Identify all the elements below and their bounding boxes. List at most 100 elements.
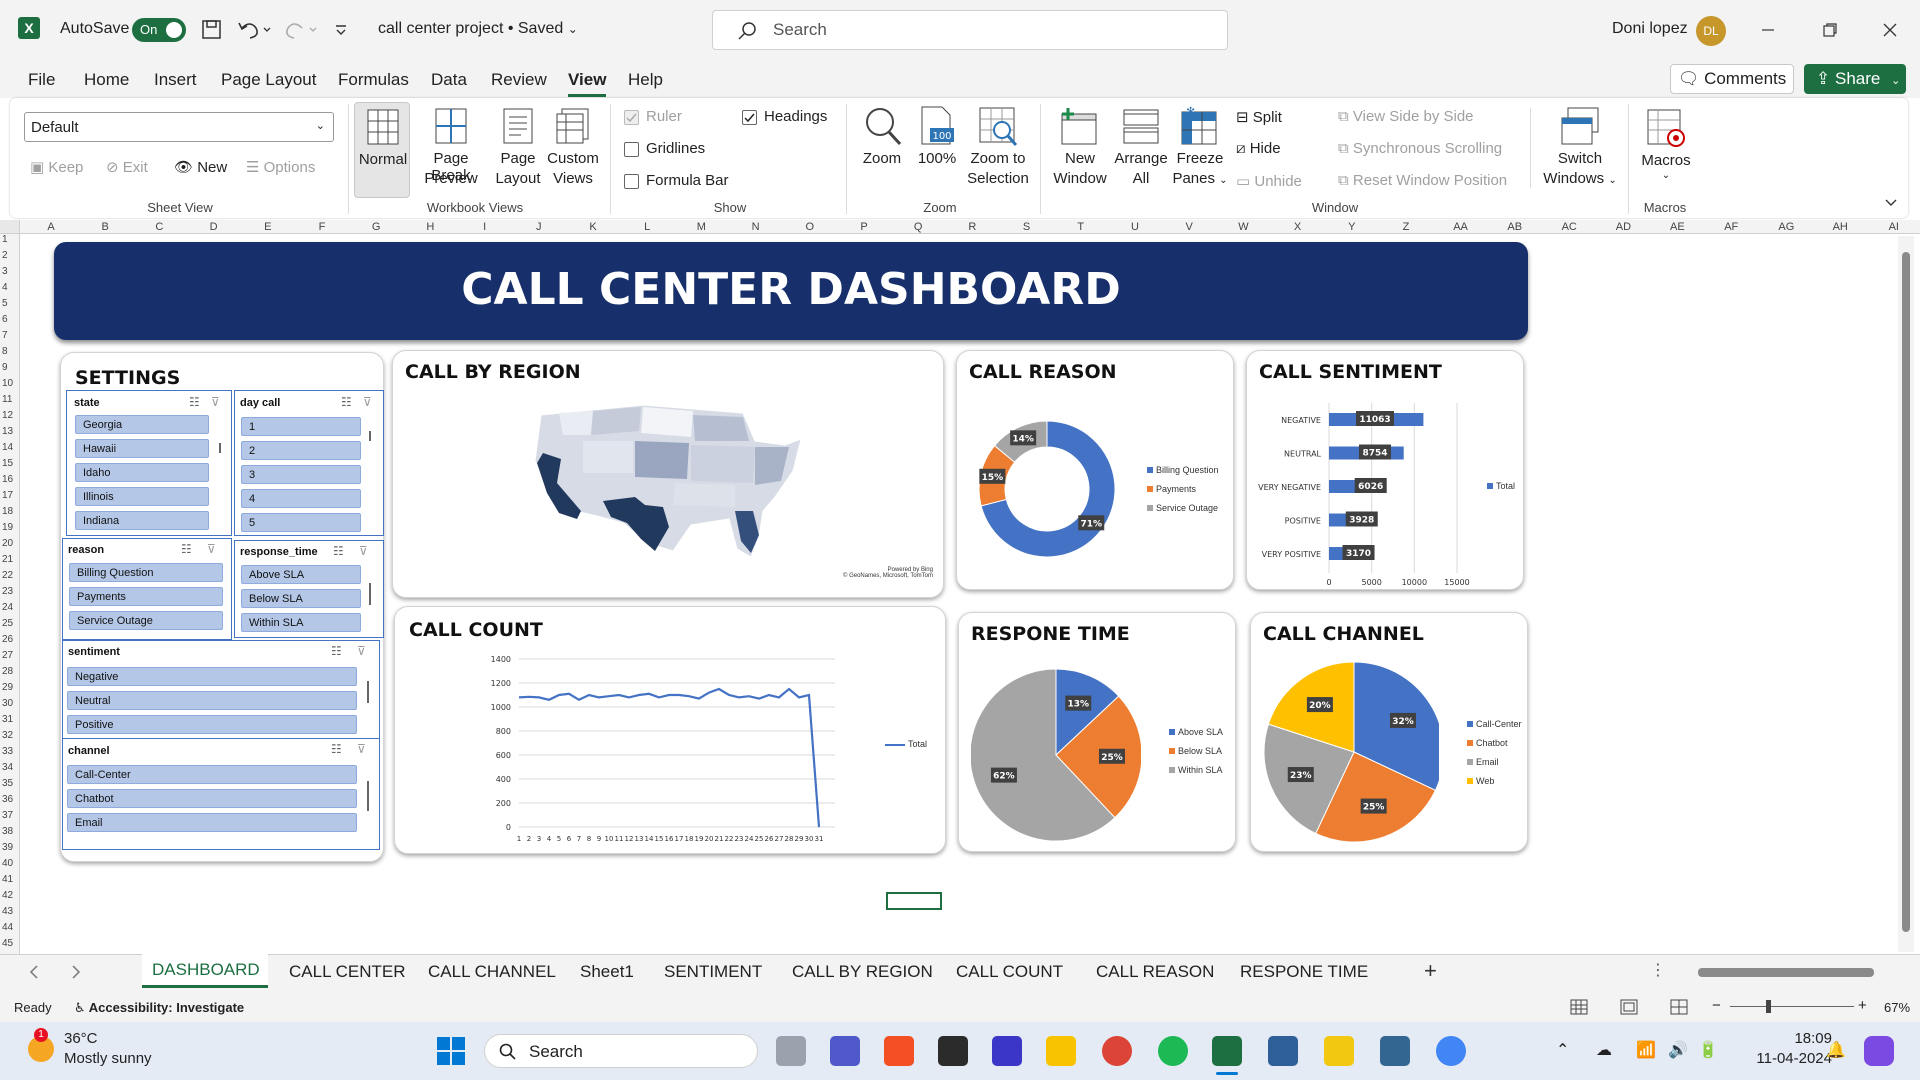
- notification-bell-icon[interactable]: 🔔: [1826, 1040, 1846, 1060]
- slicer-item[interactable]: Neutral: [67, 691, 357, 710]
- column-header[interactable]: N: [749, 221, 763, 233]
- cloud-icon[interactable]: ☁: [1596, 1040, 1612, 1060]
- row-header[interactable]: 14: [2, 442, 13, 453]
- chrome-icon[interactable]: [1436, 1036, 1466, 1066]
- chrome-icon[interactable]: [1102, 1036, 1132, 1066]
- column-header[interactable]: AB: [1507, 221, 1522, 233]
- minimize-icon[interactable]: [1760, 22, 1776, 38]
- column-header[interactable]: Q: [911, 221, 925, 233]
- row-header[interactable]: 12: [2, 410, 13, 421]
- row-header[interactable]: 22: [2, 570, 13, 581]
- column-header[interactable]: T: [1074, 221, 1088, 233]
- column-header[interactable]: V: [1182, 221, 1196, 233]
- row-header[interactable]: 26: [2, 634, 13, 645]
- call-count-chart[interactable]: 02004006008001000120014001 2 3 4 5 6 7 8 9 10 11 12…: [465, 647, 865, 847]
- app-icon[interactable]: [938, 1036, 968, 1066]
- slicer-item[interactable]: Negative: [67, 667, 357, 686]
- customize-toolbar-icon[interactable]: [334, 22, 348, 36]
- zoom-button[interactable]: Zoom: [858, 102, 906, 198]
- collapse-ribbon-icon[interactable]: [1884, 196, 1898, 210]
- zoom-slider[interactable]: [1730, 1006, 1854, 1007]
- row-header[interactable]: 8: [2, 346, 8, 357]
- row-header[interactable]: 16: [2, 474, 13, 485]
- slicer-item[interactable]: Idaho: [75, 463, 209, 482]
- undo-icon[interactable]: [236, 18, 272, 42]
- row-header[interactable]: 4: [2, 282, 8, 293]
- slicer-scrollbar[interactable]: [369, 583, 371, 605]
- tab-call-center[interactable]: CALL CENTER: [289, 962, 406, 982]
- zoom-in-button[interactable]: +: [1858, 997, 1867, 1014]
- accessibility-status[interactable]: ♿ Accessibility: Investigate: [74, 1000, 244, 1016]
- column-header[interactable]: X: [1291, 221, 1305, 233]
- store-icon[interactable]: [884, 1036, 914, 1066]
- row-header[interactable]: 17: [2, 490, 13, 501]
- row-header[interactable]: 2: [2, 250, 8, 261]
- row-header[interactable]: 21: [2, 554, 13, 565]
- multi-select-icon[interactable]: ☷: [333, 544, 344, 558]
- slicer-item[interactable]: Above SLA: [241, 565, 361, 584]
- column-header[interactable]: I: [478, 221, 492, 233]
- call-channel-chart[interactable]: 32% 25% 23% 20%: [1259, 657, 1439, 843]
- restore-icon[interactable]: [1822, 22, 1838, 38]
- autosave-toggle[interactable]: On: [132, 18, 186, 42]
- slicer-item[interactable]: Positive: [67, 715, 357, 734]
- response-time-chart[interactable]: 13% 25% 62%: [971, 663, 1141, 843]
- select-all-corner[interactable]: [0, 220, 20, 234]
- slicer-item[interactable]: Hawaii: [75, 439, 209, 458]
- custom-views-button[interactable]: Custom Views: [546, 102, 600, 198]
- row-header[interactable]: 32: [2, 730, 13, 741]
- page-break-status-icon[interactable]: [1670, 999, 1688, 1015]
- row-header[interactable]: 38: [2, 826, 13, 837]
- macros-button[interactable]: Macros ⌄: [1638, 102, 1694, 198]
- multi-select-icon[interactable]: ☷: [189, 395, 200, 409]
- row-header[interactable]: 27: [2, 650, 13, 661]
- slicer-item[interactable]: Indiana: [75, 511, 209, 530]
- add-sheet-button[interactable]: +: [1424, 958, 1437, 984]
- save-icon[interactable]: [200, 18, 224, 42]
- clear-filter-icon[interactable]: ⊽: [207, 542, 216, 556]
- menu-formulas[interactable]: Formulas: [338, 70, 409, 90]
- page-break-preview-button[interactable]: Page Break Preview: [414, 102, 488, 198]
- switch-windows-button[interactable]: Switch Windows ⌄: [1536, 102, 1624, 198]
- row-header[interactable]: 13: [2, 426, 13, 437]
- horizontal-scroll-thumb[interactable]: [1698, 968, 1874, 977]
- row-header[interactable]: 19: [2, 522, 13, 533]
- tab-sentiment[interactable]: SENTIMENT: [664, 962, 762, 982]
- spotify-icon[interactable]: [1158, 1036, 1188, 1066]
- column-header[interactable]: C: [152, 221, 166, 233]
- clock-time[interactable]: 18:09: [1760, 1030, 1832, 1047]
- page-layout-button[interactable]: Page Layout: [494, 102, 542, 198]
- zoom-slider-thumb[interactable]: [1766, 1000, 1771, 1013]
- split-button[interactable]: ⊟ Split: [1236, 108, 1282, 126]
- selected-cell[interactable]: [886, 892, 942, 910]
- multi-select-icon[interactable]: ☷: [341, 395, 352, 409]
- row-header[interactable]: 34: [2, 762, 13, 773]
- slicer-scrollbar[interactable]: [219, 443, 221, 453]
- menu-data[interactable]: Data: [431, 70, 467, 90]
- row-header[interactable]: 23: [2, 586, 13, 597]
- clear-filter-icon[interactable]: ⊽: [357, 742, 366, 756]
- row-header[interactable]: 33: [2, 746, 13, 757]
- multi-select-icon[interactable]: ☷: [331, 742, 342, 756]
- slicer-scrollbar[interactable]: [367, 681, 369, 703]
- row-header[interactable]: 6: [2, 314, 8, 325]
- app-icon[interactable]: [992, 1036, 1022, 1066]
- app-icon[interactable]: [1268, 1036, 1298, 1066]
- column-header[interactable]: U: [1128, 221, 1142, 233]
- column-header[interactable]: AF: [1724, 221, 1738, 233]
- row-header[interactable]: 15: [2, 458, 13, 469]
- keep-button[interactable]: ▣ Keep: [30, 158, 83, 176]
- row-header[interactable]: 29: [2, 682, 13, 693]
- exit-button[interactable]: ⊘ Exit: [106, 158, 148, 176]
- row-header[interactable]: 20: [2, 538, 13, 549]
- weather-desc[interactable]: Mostly sunny: [64, 1050, 152, 1067]
- weather-temp[interactable]: 36°C: [64, 1030, 98, 1047]
- row-header[interactable]: 10: [2, 378, 13, 389]
- share-button[interactable]: ⇪ Share ⌄: [1804, 64, 1906, 94]
- postgres-icon[interactable]: [1380, 1036, 1410, 1066]
- row-header[interactable]: 39: [2, 842, 13, 853]
- slicer-scrollbar[interactable]: [369, 431, 371, 441]
- arrange-all-button[interactable]: Arrange All: [1112, 102, 1170, 198]
- column-header[interactable]: M: [694, 221, 708, 233]
- file-explorer-icon[interactable]: [1046, 1036, 1076, 1066]
